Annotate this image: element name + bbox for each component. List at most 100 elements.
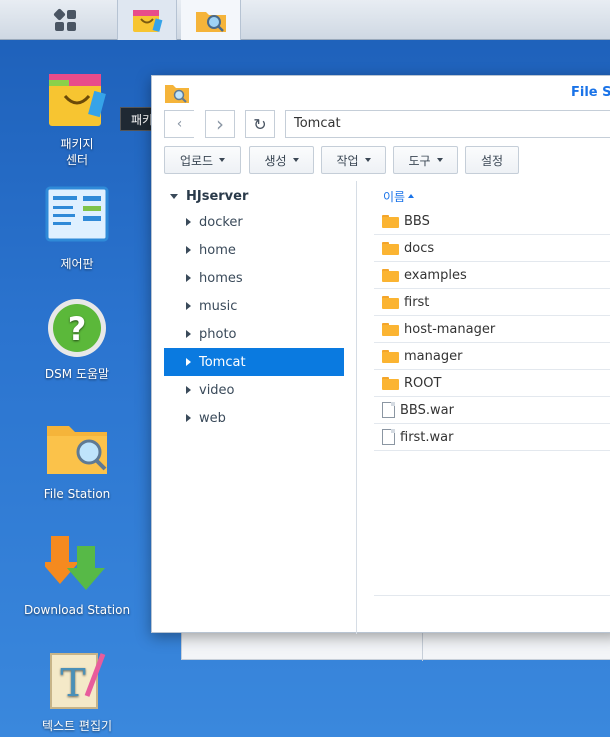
tree-item-label: homes [199, 270, 243, 286]
svg-text:T: T [60, 661, 85, 705]
folder-tree: HJserver docker home homes music photo T… [164, 184, 344, 432]
taskbar [0, 0, 610, 40]
folder-icon [382, 349, 399, 363]
list-item[interactable]: examples [374, 262, 610, 289]
caret-down-icon [364, 158, 371, 162]
list-item[interactable]: first.war [374, 424, 610, 451]
desktop-file-station[interactable]: File Station [12, 416, 142, 502]
list-item-name: ROOT [404, 375, 442, 391]
caret-down-icon [219, 158, 226, 162]
tree-item-video[interactable]: video [164, 376, 344, 404]
path-field[interactable]: Tomcat [285, 110, 610, 138]
forward-button[interactable]: › [205, 110, 235, 138]
tree-root-hjserver[interactable]: HJserver [164, 184, 344, 208]
list-item-name: BBS [404, 213, 430, 229]
desktop-icon-label: 패키지 센터 [60, 137, 94, 167]
tree-item-music[interactable]: music [164, 292, 344, 320]
column-header-label: 이름 [383, 189, 406, 204]
back-button[interactable]: ‹ [164, 110, 194, 138]
create-label: 생성 [264, 153, 287, 168]
folder-search-icon [165, 85, 189, 103]
help-icon: ? [45, 296, 109, 360]
tree-item-home[interactable]: home [164, 236, 344, 264]
upload-button[interactable]: 업로드 [164, 146, 241, 174]
desktop-control-panel[interactable]: 제어판 [12, 186, 142, 272]
folder-search-icon [195, 12, 226, 32]
navigation-row: ‹ › ↻ Tomcat [164, 110, 610, 138]
grid-icon [52, 7, 76, 31]
divider [374, 595, 610, 596]
action-label: 작업 [336, 153, 359, 168]
column-header-name[interactable]: 이름 [374, 184, 610, 208]
tree-item-web[interactable]: web [164, 404, 344, 432]
tree-root-label: HJserver [186, 188, 249, 204]
file-station-window: File S ‹ › ↻ Tomcat 업로드 생성 작업 도구 설정 HJse… [151, 75, 610, 634]
list-item-name: manager [404, 348, 463, 364]
tree-item-label: photo [199, 326, 237, 342]
download-arrows-icon [41, 532, 109, 596]
shopping-bag-icon [45, 66, 109, 130]
desktop-icon-label: File Station [43, 487, 111, 501]
file-icon [382, 402, 395, 418]
triangle-right-icon [186, 302, 191, 310]
list-item[interactable]: first [374, 289, 610, 316]
list-item[interactable]: host-manager [374, 316, 610, 343]
tools-label: 도구 [408, 153, 431, 168]
tree-item-label: Tomcat [199, 354, 246, 370]
folder-icon [382, 214, 399, 228]
list-item-name: host-manager [404, 321, 496, 337]
desktop-icon-label: Download Station [23, 603, 131, 617]
list-item-name: BBS.war [400, 402, 454, 418]
create-button[interactable]: 생성 [249, 146, 314, 174]
caret-down-icon [292, 158, 299, 162]
desktop-text-editor[interactable]: T 텍스트 편집기 [12, 648, 142, 734]
text-editor-icon: T [45, 648, 109, 712]
folder-search-icon [45, 416, 109, 480]
folder-icon [382, 295, 399, 309]
triangle-right-icon [186, 386, 191, 394]
main-menu-button[interactable] [35, 0, 95, 40]
triangle-right-icon [186, 330, 191, 338]
folder-icon [382, 322, 399, 336]
file-icon [382, 429, 395, 445]
upload-label: 업로드 [179, 153, 214, 168]
taskbar-file-station-button[interactable] [181, 0, 241, 40]
tree-item-label: home [199, 242, 236, 258]
folder-icon [382, 268, 399, 282]
tree-item-docker[interactable]: docker [164, 208, 344, 236]
refresh-button[interactable]: ↻ [245, 110, 275, 138]
folder-icon [382, 241, 399, 255]
tree-item-homes[interactable]: homes [164, 264, 344, 292]
window-titlebar[interactable]: File S [152, 76, 610, 108]
chevron-left-icon: ‹ [176, 116, 183, 132]
file-list: 이름 BBS docs examples first host-manager … [374, 184, 610, 451]
triangle-right-icon [186, 274, 191, 282]
triangle-right-icon [186, 246, 191, 254]
list-item[interactable]: BBS.war [374, 397, 610, 424]
list-item[interactable]: ROOT [374, 370, 610, 397]
triangle-right-icon [186, 218, 191, 226]
tree-item-label: video [199, 382, 235, 398]
chevron-right-icon: › [216, 112, 224, 136]
tree-item-tomcat[interactable]: Tomcat [164, 348, 344, 376]
desktop-icon-label: 텍스트 편집기 [41, 719, 113, 733]
desktop-dsm-help[interactable]: ? DSM 도움말 [12, 296, 142, 382]
refresh-icon: ↻ [253, 114, 267, 134]
list-item[interactable]: docs [374, 235, 610, 262]
tree-item-photo[interactable]: photo [164, 320, 344, 348]
list-item[interactable]: BBS [374, 208, 610, 235]
list-item[interactable]: manager [374, 343, 610, 370]
list-item-name: docs [404, 240, 435, 256]
list-item-name: first [404, 294, 430, 310]
desktop-download-station[interactable]: Download Station [12, 532, 142, 618]
window-title: File S [571, 85, 610, 100]
folder-icon [382, 376, 399, 390]
action-button[interactable]: 작업 [321, 146, 386, 174]
tools-button[interactable]: 도구 [393, 146, 458, 174]
tree-item-label: music [199, 298, 238, 314]
tree-item-label: web [199, 410, 226, 426]
triangle-down-icon [170, 193, 178, 199]
taskbar-package-center-button[interactable] [117, 0, 177, 40]
settings-button[interactable]: 설정 [465, 146, 519, 174]
svg-text:?: ? [68, 310, 87, 348]
